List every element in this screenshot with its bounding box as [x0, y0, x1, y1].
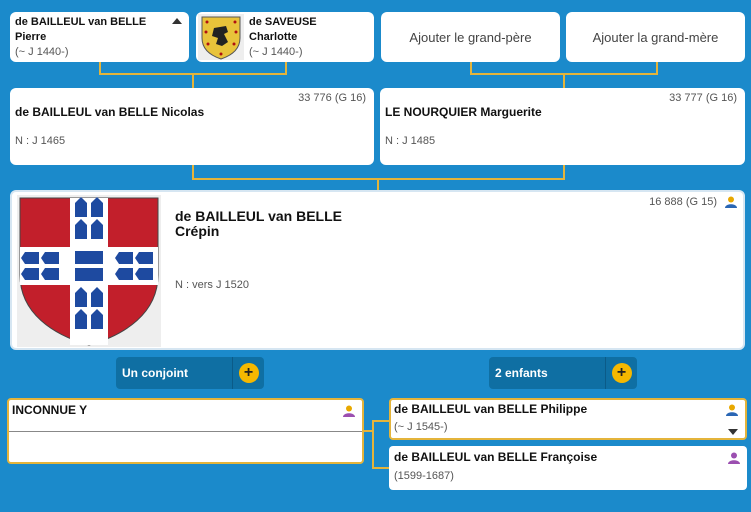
grandparent-dates: (~ J 1440-) [15, 46, 69, 58]
spouse-name: INCONNUE Y [12, 403, 88, 417]
grandparent-card-pierre[interactable]: de BAILLEUL van BELLE Pierre (~ J 1440-) [10, 12, 189, 62]
add-grandfather-label: Ajouter le grand-père [409, 29, 532, 45]
plus-icon[interactable]: + [238, 363, 259, 383]
grandparent-firstname: Pierre [15, 31, 47, 43]
female-person-icon [728, 451, 740, 464]
sosa-number: 33 776 (G 16) [298, 92, 366, 104]
parent-name: LE NOURQUIER Marguerite [385, 105, 542, 119]
divider [9, 431, 362, 432]
main-firstname: Crépin [175, 223, 220, 239]
grandparent-surname: de BAILLEUL van BELLE [15, 16, 147, 28]
add-grandfather-button[interactable]: Ajouter le grand-père [381, 12, 560, 62]
male-person-icon [725, 195, 737, 208]
female-person-icon [343, 404, 355, 417]
sosa-number: 33 777 (G 16) [669, 92, 737, 104]
plus-icon[interactable]: + [611, 363, 632, 383]
child-card[interactable]: de BAILLEUL van BELLE Philippe (~ J 1545… [389, 398, 747, 440]
male-person-icon [726, 403, 738, 416]
child-name: de BAILLEUL van BELLE Philippe [394, 402, 588, 416]
spouse-toggle-label: Un conjoint [122, 366, 188, 380]
add-grandmother-label: Ajouter la grand-mère [592, 29, 719, 45]
main-surname: de BAILLEUL van BELLE [175, 208, 342, 224]
grandparent-card-charlotte[interactable]: de SAVEUSE Charlotte (~ J 1440-) [196, 12, 374, 62]
grandparent-surname: de SAVEUSE [249, 16, 317, 28]
sosa-number: 16 888 (G 15) [649, 196, 717, 208]
main-birth: N : vers J 1520 [175, 279, 249, 291]
parent-name: de BAILLEUL van BELLE Nicolas [15, 105, 205, 119]
coat-of-arms-icon [198, 14, 244, 60]
parent-card-mother[interactable]: 33 777 (G 16) LE NOURQUIER Marguerite N … [380, 88, 745, 165]
chevron-down-icon[interactable] [728, 429, 738, 435]
spouse-card[interactable]: INCONNUE Y [7, 398, 364, 464]
children-toggle-label: 2 enfants [495, 366, 548, 380]
children-toggle-button[interactable]: 2 enfants + [489, 357, 637, 389]
spouse-toggle-button[interactable]: Un conjoint + [116, 357, 264, 389]
main-person-card[interactable]: 16 888 (G 15) de BAILLEUL van BELLE Crép… [10, 190, 745, 350]
child-name: de BAILLEUL van BELLE Françoise [394, 450, 598, 464]
child-dates: (~ J 1545-) [394, 421, 448, 433]
grandparent-firstname: Charlotte [249, 31, 298, 43]
parent-birth: N : J 1465 [15, 135, 66, 147]
coat-of-arms-icon [17, 195, 161, 347]
grandparent-dates: (~ J 1440-) [249, 46, 303, 58]
parent-birth: N : J 1485 [385, 135, 436, 147]
add-grandmother-button[interactable]: Ajouter la grand-mère [566, 12, 745, 62]
parent-card-father[interactable]: 33 776 (G 16) de BAILLEUL van BELLE Nico… [10, 88, 374, 165]
collapse-up-icon[interactable] [172, 18, 182, 24]
child-card[interactable]: de BAILLEUL van BELLE Françoise (1599-16… [389, 446, 747, 490]
child-dates: (1599-1687) [394, 470, 454, 482]
